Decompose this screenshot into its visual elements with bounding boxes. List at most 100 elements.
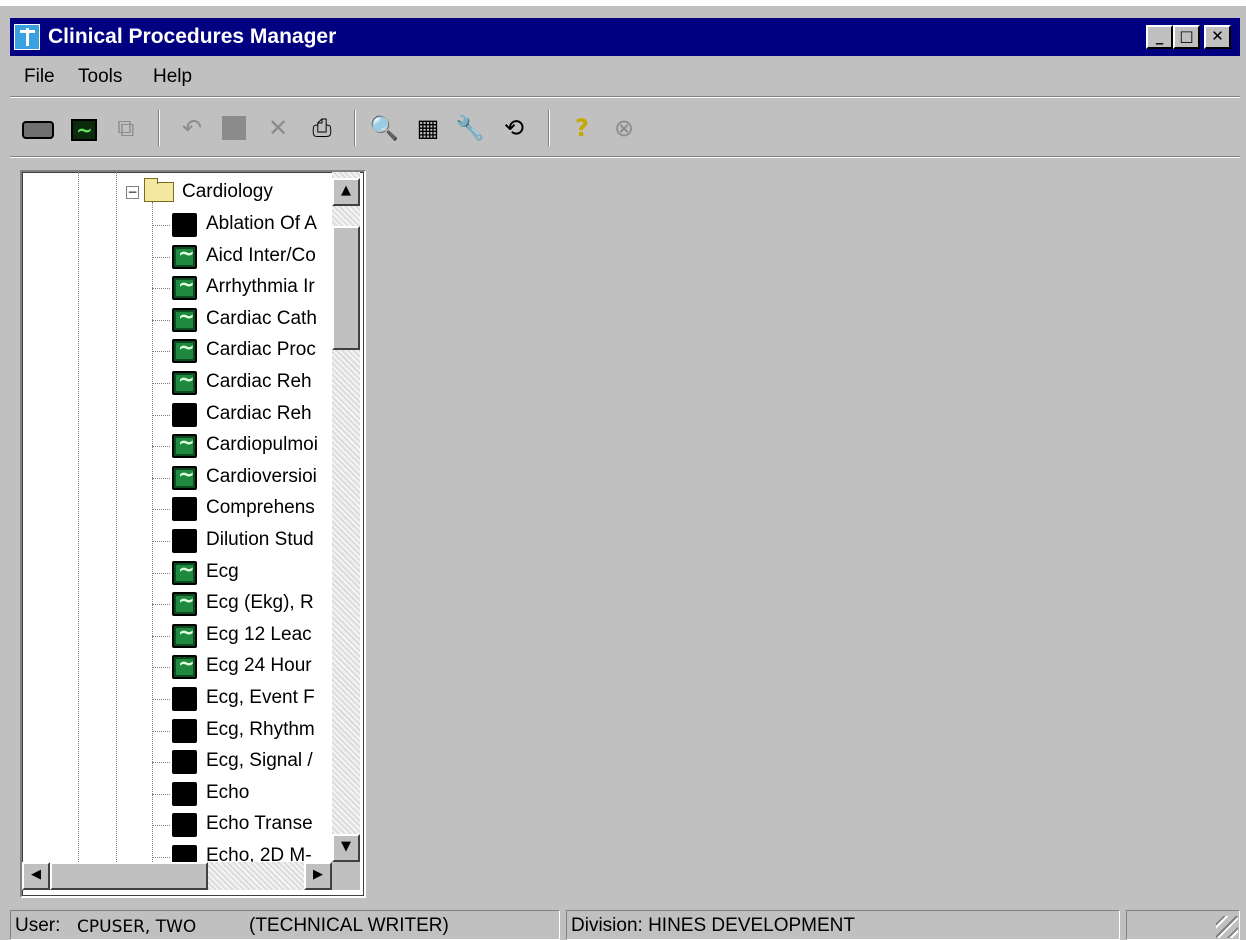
tree-branch-line bbox=[152, 730, 170, 732]
inactive-procedure-monitor-icon bbox=[172, 497, 197, 522]
window-title: Clinical Procedures Manager bbox=[48, 25, 337, 48]
status-bar: User: CPUSER, TWO (TECHNICAL WRITER) Div… bbox=[10, 906, 1240, 940]
active-procedure-monitor-icon bbox=[172, 241, 197, 269]
tree-guide-line bbox=[78, 172, 79, 862]
title-bar[interactable]: Clinical Procedures Manager _ □ ✕ bbox=[10, 18, 1240, 56]
tree-item-label: Echo, 2D M- bbox=[206, 845, 312, 862]
tree-item-label: Ecg bbox=[206, 560, 239, 582]
tree-item-label: Cardiac Cath bbox=[206, 307, 317, 329]
maximize-button[interactable]: □ bbox=[1173, 25, 1200, 49]
toolbar-bottom-divider bbox=[10, 156, 1240, 158]
scroll-down-button[interactable]: ▼ bbox=[332, 834, 360, 862]
drive-icon[interactable] bbox=[22, 112, 54, 144]
tree-branch-line bbox=[152, 414, 170, 416]
tree-branch-line bbox=[152, 541, 170, 542]
binary-icon[interactable]: ▦ bbox=[412, 112, 444, 144]
stop-icon[interactable] bbox=[218, 112, 250, 144]
toolbar-separator bbox=[548, 110, 550, 146]
tree-branch-line bbox=[152, 256, 170, 258]
minimize-button[interactable]: _ bbox=[1146, 25, 1173, 49]
procedure-tree[interactable]: − Cardiology Ablation Of A Aicd Inter/Co A… bbox=[20, 170, 366, 898]
settings-wrench-icon[interactable]: 🔧 bbox=[454, 112, 486, 144]
collapse-toggle[interactable]: − bbox=[126, 186, 139, 199]
tree-branch-line bbox=[152, 383, 170, 384]
delete-icon[interactable]: ✕ bbox=[262, 112, 294, 144]
tree-guide-line bbox=[116, 172, 117, 862]
tree-branch-line bbox=[152, 604, 170, 606]
toolbar-separator bbox=[354, 110, 356, 146]
scrollbar-corner bbox=[332, 862, 360, 890]
scroll-up-button[interactable]: ▲ bbox=[332, 178, 360, 206]
close-button[interactable]: ✕ bbox=[1204, 25, 1231, 49]
tree-branch-line bbox=[152, 319, 170, 321]
active-procedure-monitor-icon bbox=[172, 335, 197, 364]
tree-item-label: Cardiac Proc bbox=[206, 339, 316, 361]
tree-item-label: Comprehens bbox=[206, 497, 315, 519]
toolbar-separator bbox=[158, 110, 160, 146]
menu-file[interactable]: File bbox=[24, 66, 55, 88]
tree-item-label: Ecg 24 Hour bbox=[206, 655, 312, 677]
active-procedure-monitor-icon bbox=[172, 462, 197, 490]
tree-item-label: Ecg, Event F bbox=[206, 687, 315, 708]
tree-branch-line bbox=[152, 699, 170, 700]
inactive-procedure-monitor-icon bbox=[172, 750, 197, 775]
tree-branch-line bbox=[152, 793, 170, 795]
tree-item-label: Cardioversioi bbox=[206, 465, 317, 487]
inactive-procedure-monitor-icon bbox=[172, 402, 197, 427]
active-procedure-monitor-icon bbox=[172, 367, 197, 395]
scroll-left-button[interactable]: ◀ bbox=[22, 862, 50, 890]
tree-item-label: Ablation Of A bbox=[206, 213, 317, 234]
tree-item-label: Echo Transe bbox=[206, 813, 313, 835]
active-procedure-monitor-icon bbox=[172, 430, 197, 459]
tree-branch-line bbox=[152, 667, 170, 669]
user-role: (TECHNICAL WRITER) bbox=[249, 915, 449, 936]
application-window: Clinical Procedures Manager _ □ ✕ File T… bbox=[0, 0, 1246, 940]
menu-toolbar-divider bbox=[10, 96, 1240, 98]
help-icon[interactable]: ? bbox=[566, 112, 598, 144]
tree-item-label: Ecg, Signal / bbox=[206, 750, 313, 772]
scroll-right-button[interactable]: ▶ bbox=[304, 862, 332, 890]
menu-help[interactable]: Help bbox=[153, 66, 192, 88]
tree-item-label: Ecg 12 Leac bbox=[206, 623, 312, 645]
inactive-procedure-monitor-icon bbox=[172, 213, 197, 237]
search-icon[interactable]: 🔍 bbox=[368, 112, 400, 144]
tree-item-label: Ecg (Ekg), R bbox=[206, 592, 314, 614]
tree-branch-line bbox=[152, 635, 170, 637]
active-procedure-monitor-icon bbox=[172, 588, 197, 617]
refresh-icon[interactable]: ⟲ bbox=[498, 112, 530, 144]
inactive-procedure-monitor-icon bbox=[172, 718, 197, 743]
tree-item-label: Cardiac Reh bbox=[206, 402, 312, 424]
vertical-scroll-thumb[interactable] bbox=[332, 226, 360, 350]
print-icon[interactable]: ⎙ bbox=[306, 112, 338, 144]
monitor-icon[interactable] bbox=[68, 112, 100, 146]
caduceus-app-icon[interactable] bbox=[14, 24, 40, 50]
user-label: User: bbox=[15, 915, 61, 936]
active-procedure-monitor-icon bbox=[172, 651, 197, 680]
tree-branch-line bbox=[152, 572, 170, 574]
tree-folder-label: Cardiology bbox=[182, 181, 273, 202]
resize-grip[interactable] bbox=[1216, 916, 1238, 938]
horizontal-scroll-thumb[interactable] bbox=[50, 862, 208, 890]
active-procedure-monitor-icon bbox=[172, 620, 197, 648]
tree-item-label: Aicd Inter/Co bbox=[206, 244, 316, 266]
tree-item-label: Cardiac Reh bbox=[206, 371, 312, 392]
menu-tools[interactable]: Tools bbox=[78, 66, 122, 88]
copy-icon[interactable]: ⧉ bbox=[110, 112, 142, 144]
tree-branch-line bbox=[152, 762, 170, 764]
tree-branch-line bbox=[152, 857, 170, 858]
tree-branch-line bbox=[152, 477, 170, 479]
tree-item-label: Arrhythmia Ir bbox=[206, 276, 315, 298]
inactive-procedure-monitor-icon bbox=[172, 813, 197, 838]
menu-bar: File Tools Help bbox=[10, 58, 1240, 94]
exit-icon[interactable]: ⊗ bbox=[608, 112, 640, 144]
open-folder-icon bbox=[144, 178, 174, 202]
tree-viewport: − Cardiology Ablation Of A Aicd Inter/Co A… bbox=[22, 172, 332, 862]
active-procedure-monitor-icon bbox=[172, 557, 197, 585]
undo-icon[interactable]: ↶ bbox=[176, 112, 208, 144]
inactive-procedure-monitor-icon bbox=[172, 687, 197, 711]
tree-item-label: Cardiopulmoi bbox=[206, 434, 318, 456]
inactive-procedure-monitor-icon bbox=[172, 529, 197, 553]
tree-branch-line bbox=[152, 825, 170, 827]
inactive-procedure-monitor-icon bbox=[172, 845, 197, 862]
tree-branch-line bbox=[152, 446, 170, 448]
